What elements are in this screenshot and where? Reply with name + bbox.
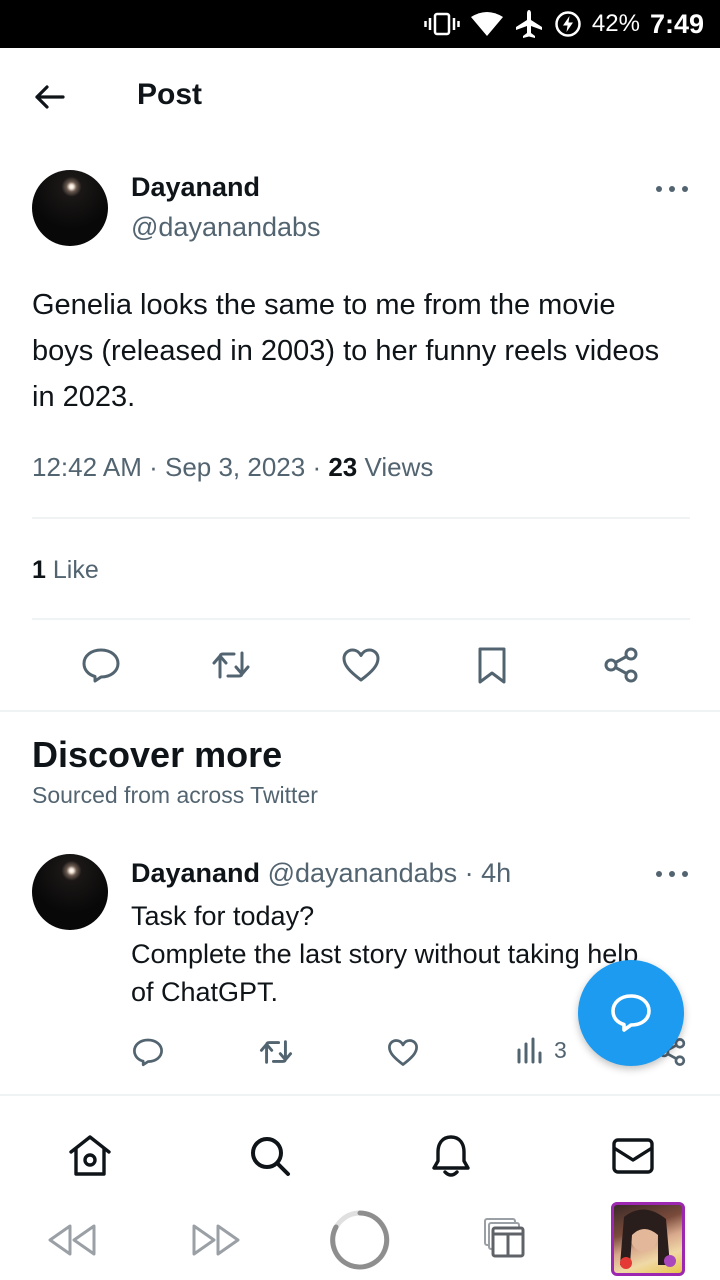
tab-messages[interactable] (603, 1128, 663, 1184)
likes-summary[interactable]: 1 Like (32, 556, 99, 585)
page-title: Post (137, 78, 203, 111)
back-arrow-icon (35, 85, 65, 109)
browser-back-button[interactable] (44, 1216, 100, 1264)
like-button[interactable] (334, 640, 388, 690)
post-meta: 12:42 AM · Sep 3, 2023 · 23 Views (32, 452, 434, 482)
reply-button[interactable] (74, 640, 128, 690)
divider (32, 618, 690, 620)
back-icon (48, 1224, 96, 1256)
airplane-mode-icon (515, 10, 542, 38)
forward-icon (192, 1224, 240, 1256)
back-button[interactable] (30, 82, 70, 112)
author-avatar[interactable] (32, 170, 108, 246)
share-icon (604, 647, 638, 683)
discover-title: Discover more (32, 734, 283, 775)
discover-subtitle: Sourced from across Twitter (32, 782, 318, 808)
likes-count: 1 (32, 556, 46, 584)
profile-photo-icon (620, 1209, 676, 1269)
search-icon (251, 1137, 290, 1176)
tab-notifications[interactable] (421, 1128, 481, 1184)
status-bar: 42% 7:49 (0, 0, 720, 48)
retweet-icon (212, 651, 250, 679)
tweet-author-name: Dayanand (131, 858, 261, 888)
tweet-text-line: Task for today? (131, 901, 315, 931)
retweet-icon (259, 1040, 293, 1064)
post-text: Genelia looks the same to me from the mo… (32, 289, 660, 413)
tweet-header[interactable]: Dayanand @dayanandabs · 4h (131, 858, 511, 889)
messages-icon (612, 1138, 654, 1174)
compose-message-icon (611, 994, 651, 1032)
battery-level: 42% (591, 10, 640, 37)
tweet-more-button[interactable] (656, 868, 688, 880)
like-icon (342, 648, 380, 682)
browser-reload-button[interactable] (328, 1208, 392, 1272)
browser-forward-button[interactable] (188, 1216, 244, 1264)
reply-icon (133, 1038, 163, 1067)
post-header: Post (0, 48, 720, 148)
tweet-meta: @dayanandabs · 4h (267, 858, 512, 888)
browser-tabs-button[interactable] (476, 1212, 532, 1264)
clock: 7:49 (649, 8, 704, 39)
new-post-fab[interactable] (578, 960, 684, 1066)
retweet-button[interactable] (204, 640, 258, 690)
tweet-views-button[interactable]: 3 (516, 1036, 567, 1064)
views-icon (517, 1037, 542, 1064)
tweet-retweet-button[interactable] (256, 1034, 296, 1070)
tabbar-divider (0, 1094, 720, 1096)
home-icon (69, 1135, 111, 1176)
views-label: Views (364, 452, 434, 482)
post-more-button[interactable] (656, 183, 688, 195)
post-date: Sep 3, 2023 (164, 452, 306, 482)
tweet-views-count: 3 (554, 1036, 567, 1063)
author-name[interactable]: Dayanand (131, 172, 260, 203)
tabs-icon (484, 1218, 525, 1258)
views-count: 23 (328, 452, 358, 482)
bookmark-button[interactable] (465, 640, 519, 690)
vibrate-icon (424, 12, 460, 36)
tweet-like-button[interactable] (383, 1034, 423, 1070)
tweet-reply-button[interactable] (128, 1034, 168, 1070)
reload-icon (330, 1210, 390, 1270)
divider (32, 517, 690, 519)
share-button[interactable] (594, 640, 648, 690)
tab-search[interactable] (240, 1128, 300, 1184)
bookmark-icon (478, 647, 506, 684)
likes-label: Like (52, 556, 99, 584)
reply-icon (82, 648, 120, 683)
author-handle[interactable]: @dayanandabs (131, 212, 321, 243)
like-icon (388, 1038, 418, 1066)
tweet-author-avatar[interactable] (32, 854, 108, 930)
wifi-icon (470, 12, 503, 36)
notifications-icon (432, 1135, 470, 1177)
section-divider (0, 710, 720, 712)
battery-saver-icon (555, 11, 581, 37)
post-time: 12:42 AM (32, 452, 142, 482)
tab-home[interactable] (60, 1128, 120, 1184)
profile-thumbnail[interactable] (611, 1202, 685, 1276)
